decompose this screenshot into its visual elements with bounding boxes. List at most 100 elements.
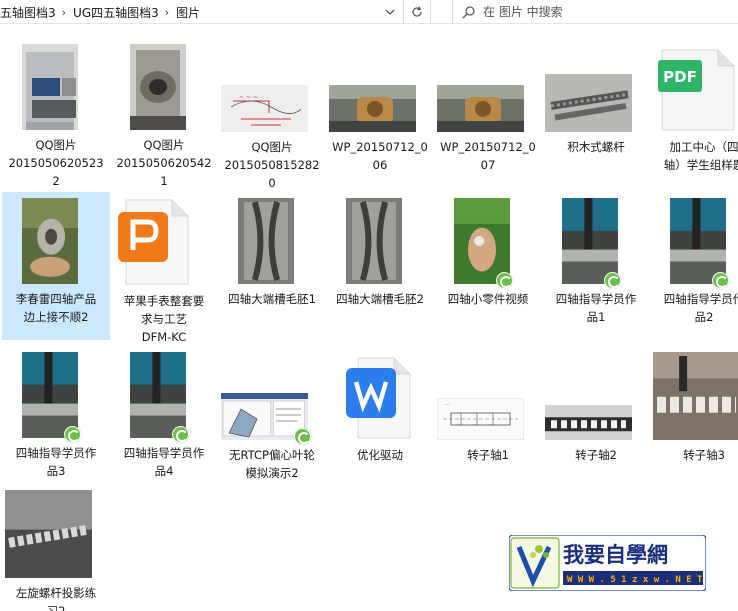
file-name-label: WP_20150712_0 07 <box>434 138 542 174</box>
file-thumbnail <box>22 44 78 132</box>
file-name-label: 四轴指导学员作 品2 <box>650 290 738 326</box>
file-name-line: QQ图片 <box>35 138 77 152</box>
file-name-line: 四轴大端槽毛胚1 <box>228 292 316 306</box>
file-thumbnail <box>5 490 92 578</box>
file-item[interactable]: 优化驱动 <box>326 346 434 494</box>
breadcrumb-item[interactable]: 图片 <box>176 4 200 21</box>
file-name-line: 转子轴1 <box>467 448 509 462</box>
file-item[interactable]: 积木式螺杆 <box>542 38 650 184</box>
refresh-button[interactable] <box>404 0 431 24</box>
file-item[interactable]: 四轴指导学员作 品4 <box>110 346 218 494</box>
file-thumbnail <box>346 198 402 284</box>
file-name-label: QQ图片 2015050620542 1 <box>110 136 218 190</box>
file-name-label: 积木式螺杆 <box>542 138 650 156</box>
file-name-label: 四轴小零件视频 <box>434 290 542 308</box>
file-item[interactable]: 四轴指导学员作 品1 <box>542 192 650 340</box>
file-item[interactable]: ··· 转子轴1 <box>434 346 542 494</box>
search-icon[interactable] <box>453 0 483 24</box>
file-name-line: 四轴指导学员作 <box>663 292 738 306</box>
file-item[interactable]: 四轴指导学员作 品2 <box>650 192 738 340</box>
file-thumbnail <box>22 198 78 284</box>
search-input[interactable] <box>483 5 723 19</box>
file-item[interactable]: 四轴指导学员作 品3 <box>2 346 110 494</box>
file-name-line: 加工中心（四 <box>669 140 738 154</box>
file-item[interactable]: 转子轴3 <box>650 346 738 494</box>
file-item[interactable]: 四轴大端槽毛胚1 <box>218 192 326 340</box>
video-sync-icon <box>64 426 81 443</box>
file-name-line: 积木式螺杆 <box>567 140 625 154</box>
file-name-line: 无RTCP偏心叶轮 <box>229 448 315 462</box>
file-name-line: 1 <box>160 174 168 188</box>
file-name-line: 轴）学生组样题 <box>663 158 738 172</box>
file-thumbnail <box>562 198 618 284</box>
file-item[interactable]: PDF 加工中心（四 轴）学生组样题 <box>650 38 738 184</box>
file-name-line: 四轴大端槽毛胚2 <box>336 292 424 306</box>
file-item[interactable]: 李春雷四轴产品 边上接不顺2 <box>2 192 110 340</box>
file-thumbnail <box>437 85 524 133</box>
chevron-right-icon[interactable]: › <box>165 6 169 19</box>
watermark-url: W W W . 5 1 z x w . N E T <box>567 575 703 585</box>
file-name-line: 优化驱动 <box>357 448 403 462</box>
file-name-label: 四轴指导学员作 品3 <box>2 444 110 480</box>
video-sync-icon <box>496 272 513 289</box>
file-item[interactable]: 无RTCP偏心叶轮 模拟演示2 <box>218 346 326 494</box>
file-item[interactable]: ~ ~ ~ QQ图片 2015050815282 0 <box>218 38 326 190</box>
file-name-line: DFM-KC <box>141 330 187 344</box>
file-item[interactable]: QQ图片 2015050620542 1 <box>110 38 218 188</box>
wps-presentation-icon <box>116 198 194 286</box>
file-name-label: 四轴指导学员作 品1 <box>542 290 650 326</box>
file-name-label: 四轴大端槽毛胚1 <box>218 290 326 308</box>
file-name-line: 四轴指导学员作 <box>15 446 97 460</box>
refresh-icon <box>412 6 422 17</box>
file-thumbnail <box>130 44 186 130</box>
svg-text:~ ~ ~: ~ ~ ~ <box>239 94 258 101</box>
file-name-line: 0 <box>268 176 276 190</box>
file-thumbnail: ··· <box>436 397 525 441</box>
breadcrumb-item[interactable]: UG四五轴图档3 <box>73 4 159 21</box>
file-thumbnail <box>653 352 738 440</box>
file-name-line: 2015050620523 <box>8 156 104 170</box>
file-thumbnail <box>670 198 726 284</box>
file-name-label: 无RTCP偏心叶轮 模拟演示2 <box>218 446 326 482</box>
file-name-label: QQ图片 2015050815282 0 <box>218 138 326 192</box>
file-item[interactable]: WP_20150712_0 06 <box>326 38 434 184</box>
video-sync-icon <box>604 272 621 289</box>
file-item[interactable]: 四轴小零件视频 <box>434 192 542 340</box>
file-item[interactable]: 四轴大端槽毛胚2 <box>326 192 434 340</box>
file-name-line: 李春雷四轴产品 <box>15 292 97 306</box>
file-name-label: QQ图片 2015050620523 2 <box>2 136 110 190</box>
file-name-label: 转子轴1 <box>434 446 542 464</box>
file-name-line: 四轴小零件视频 <box>447 292 529 306</box>
file-item[interactable]: WP_20150712_0 07 <box>434 38 542 184</box>
file-name-line: WP_20150712_0 <box>440 140 536 154</box>
file-name-line: 模拟演示2 <box>245 466 299 480</box>
file-thumbnail <box>329 85 416 133</box>
file-item[interactable]: 左旋螺杆投影练习2 <box>2 484 110 611</box>
file-name-line: 2 <box>52 174 60 188</box>
file-name-line: 边上接不顺2 <box>23 310 89 324</box>
svg-text:···: ··· <box>445 402 450 408</box>
breadcrumb-item[interactable]: 五轴图档3 <box>0 4 56 21</box>
address-bar[interactable]: 五轴图档3 › UG四五轴图档3 › 图片 <box>0 0 404 24</box>
file-name-label: 苹果手表整套要 求与工艺 DFM-KC <box>110 292 218 346</box>
file-name-line: WP_20150712_0 <box>332 140 428 154</box>
file-thumbnail: ~ ~ ~ <box>221 85 308 132</box>
chevron-down-icon[interactable] <box>381 0 399 24</box>
watermark-logo: 我要自學網 W W W . 5 1 z x w . N E T <box>508 534 707 592</box>
file-item[interactable]: 苹果手表整套要 求与工艺 DFM-KC <box>110 192 218 344</box>
file-thumbnail <box>545 74 632 132</box>
file-item[interactable]: QQ图片 2015050620523 2 <box>2 38 110 188</box>
file-item[interactable]: 转子轴2 <box>542 346 650 494</box>
file-name-line: 习2 <box>46 604 66 611</box>
svg-text:PDF: PDF <box>663 68 697 86</box>
file-name-line: 转子轴2 <box>575 448 617 462</box>
file-thumbnail <box>130 352 186 438</box>
file-name-line: 左旋螺杆投影练 <box>15 586 97 600</box>
file-name-label: 优化驱动 <box>326 446 434 464</box>
file-name-line: 转子轴3 <box>683 448 725 462</box>
file-name-line: 07 <box>480 158 496 172</box>
file-name-label: WP_20150712_0 06 <box>326 138 434 174</box>
file-name-line: QQ图片 <box>251 140 293 154</box>
search-box[interactable] <box>452 0 738 24</box>
chevron-right-icon[interactable]: › <box>62 6 66 19</box>
